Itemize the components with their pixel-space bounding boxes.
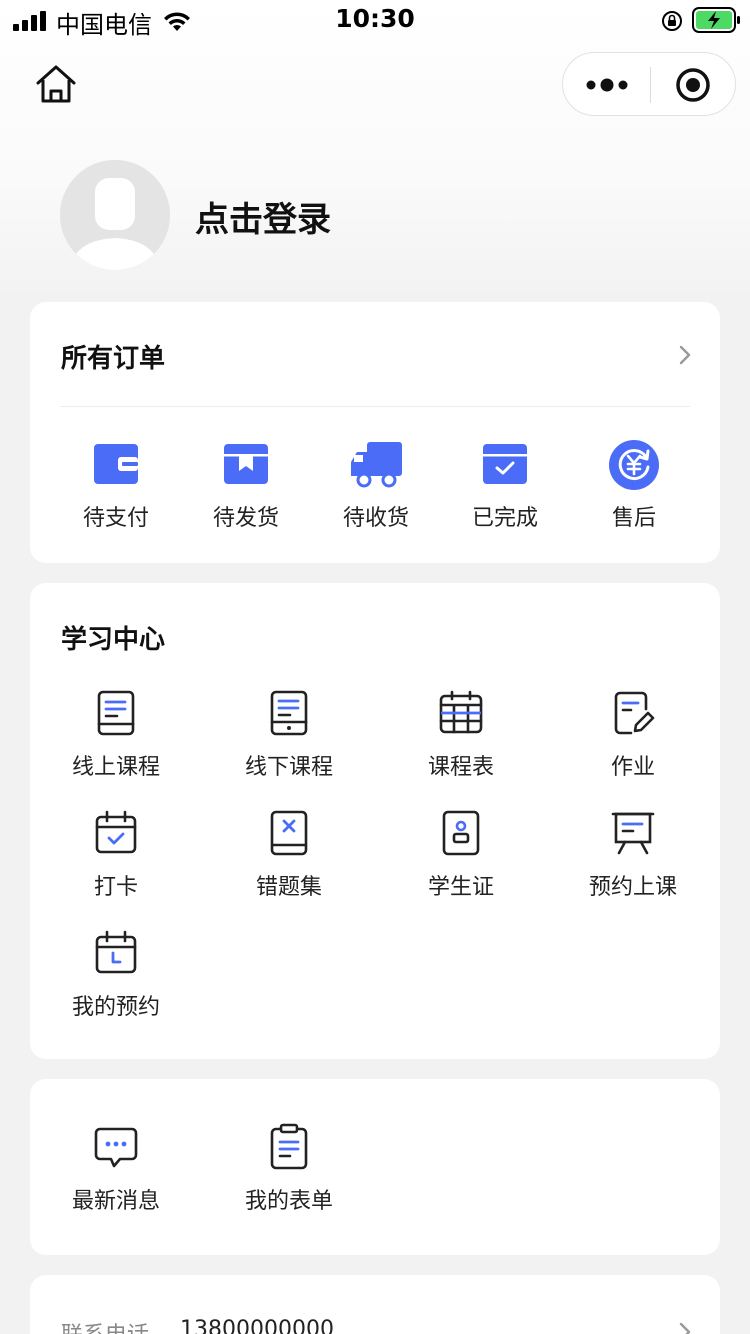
order-after-sale[interactable]: 售后 — [564, 440, 704, 550]
wrong-questions[interactable]: 错题集 — [219, 809, 359, 919]
offline-course-icon — [270, 690, 308, 736]
study-item-label: 学生证 — [427, 875, 494, 900]
page: 中国电信 10:30 点击登录 所有订单 待支付 待发货 待收货 已完成 售后 … — [0, 0, 750, 1334]
checkin-calendar-icon — [95, 810, 137, 854]
student-id[interactable]: 学生证 — [391, 809, 531, 919]
check-in[interactable]: 打卡 — [46, 809, 186, 919]
online-courses[interactable]: 线上课程 — [46, 689, 186, 799]
order-completed[interactable]: 已完成 — [435, 440, 575, 550]
homework[interactable]: 作业 — [563, 689, 703, 799]
study-item-label: 课程表 — [427, 755, 494, 780]
order-item-label: 待收货 — [342, 506, 409, 531]
clock-time: 10:30 — [335, 4, 415, 33]
contact-phone[interactable]: 13800000000 — [180, 1317, 334, 1334]
orders-divider — [60, 406, 690, 407]
order-pending-receipt[interactable]: 待收货 — [306, 440, 446, 550]
offline-courses[interactable]: 线下课程 — [219, 689, 359, 799]
miniprogram-capsule — [562, 52, 736, 116]
study-center-title: 学习中心 — [61, 625, 166, 655]
book-class-icon — [611, 812, 655, 855]
close-miniprogram-icon[interactable] — [675, 67, 711, 103]
my-forms[interactable]: 我的表单 — [219, 1123, 359, 1233]
package-icon — [224, 444, 268, 484]
form-clipboard-icon — [270, 1123, 308, 1170]
truck-icon — [351, 442, 402, 488]
more-icon[interactable] — [583, 69, 631, 101]
study-item-label: 线上课程 — [71, 755, 160, 780]
study-item-label: 我的预约 — [71, 995, 160, 1020]
message-icon — [94, 1127, 138, 1168]
online-course-icon — [97, 690, 135, 736]
study-item-label: 错题集 — [255, 875, 322, 900]
avatar[interactable] — [60, 160, 170, 270]
study-item-label: 作业 — [610, 755, 655, 780]
homework-icon — [614, 691, 655, 735]
order-pending-shipment[interactable]: 待发货 — [176, 440, 316, 550]
student-id-icon — [442, 810, 480, 856]
my-appointment-icon — [95, 930, 137, 974]
contact-label: 联系电话 — [61, 1317, 149, 1334]
orders-card: 所有订单 待支付 待发货 待收货 已完成 售后 — [30, 302, 720, 563]
my-appointments[interactable]: 我的预约 — [46, 929, 186, 1039]
service-item-label: 我的表单 — [244, 1189, 333, 1214]
chevron-right-icon[interactable] — [678, 344, 692, 366]
order-item-label: 售后 — [611, 506, 656, 531]
latest-messages[interactable]: 最新消息 — [46, 1123, 186, 1233]
book-class[interactable]: 预约上课 — [563, 809, 703, 919]
order-item-label: 待支付 — [82, 506, 149, 531]
contact-card[interactable]: 联系电话 13800000000 — [30, 1275, 720, 1334]
study-center-card: 学习中心 线上课程 线下课程 课程表 作业 打卡 错题集 学生证 预约上课 我的… — [30, 583, 720, 1059]
capsule-divider — [650, 67, 651, 103]
default-avatar-icon — [60, 160, 170, 270]
study-item-label: 线下课程 — [244, 755, 333, 780]
refund-icon — [609, 440, 659, 490]
status-bar: 中国电信 10:30 — [0, 0, 750, 40]
wrong-questions-icon — [270, 810, 308, 856]
home-icon[interactable] — [34, 62, 78, 106]
order-item-label: 待发货 — [212, 506, 279, 531]
services-card: 最新消息 我的表单 — [30, 1079, 720, 1255]
completed-box-icon — [483, 444, 527, 484]
battery-icon — [692, 7, 740, 33]
chevron-right-icon[interactable] — [678, 1321, 692, 1334]
order-pending-payment[interactable]: 待支付 — [46, 440, 186, 550]
service-item-label: 最新消息 — [71, 1189, 160, 1214]
order-item-label: 已完成 — [471, 506, 538, 531]
timetable-icon — [439, 690, 483, 734]
wallet-icon — [94, 444, 138, 484]
study-item-label: 预约上课 — [588, 875, 677, 900]
login-link[interactable]: 点击登录 — [195, 192, 331, 241]
rotation-lock-icon — [662, 11, 682, 31]
timetable[interactable]: 课程表 — [391, 689, 531, 799]
study-item-label: 打卡 — [93, 875, 138, 900]
orders-title[interactable]: 所有订单 — [61, 338, 165, 375]
